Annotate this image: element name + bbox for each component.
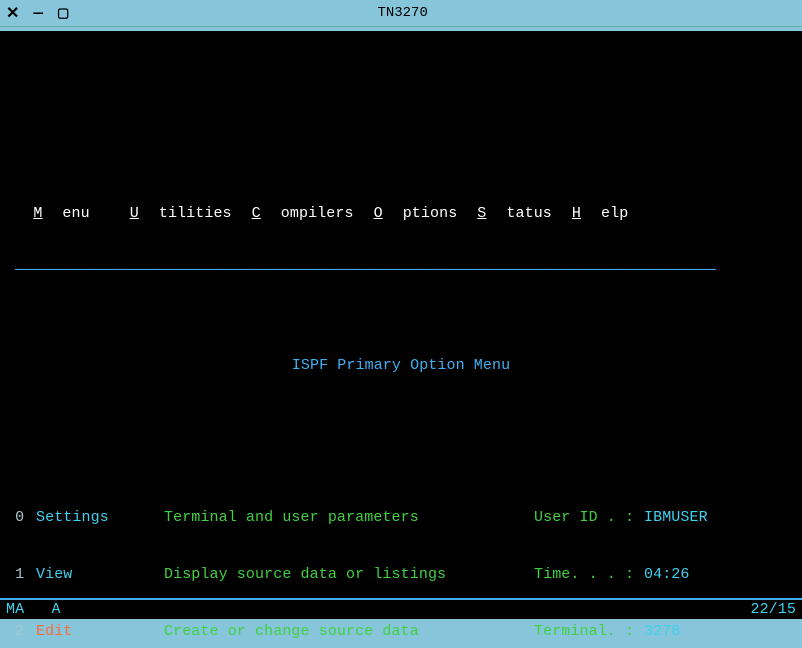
menu-help[interactable]: Help [572, 205, 628, 222]
divider: ────────────────────────────────────────… [6, 261, 796, 280]
cursor-position: 22/15 [750, 600, 796, 619]
menu-utilities[interactable]: Utilities [130, 205, 232, 222]
close-icon[interactable]: ✕ [6, 3, 19, 23]
maximize-icon[interactable]: ▢ [57, 6, 69, 21]
status-bar: MA A 22/15 [0, 598, 802, 619]
window-titlebar: ✕ — ▢ TN3270 [0, 0, 802, 26]
terminal-menubar: Menu Utilities Compilers Options Status Help [6, 204, 796, 223]
menu-status[interactable]: Status [477, 205, 552, 222]
terminal-screen[interactable]: MenuUtilitiesCompilersOptionsStatusHelp … [0, 31, 802, 619]
option-row[interactable]: 1ViewDisplay source data or listingsTime… [6, 565, 796, 584]
status-ma: MA [6, 601, 24, 618]
option-row[interactable]: 2EditCreate or change source dataTermina… [6, 622, 796, 641]
menu-options[interactable]: Options [374, 205, 458, 222]
menu-compilers[interactable]: Compilers [252, 205, 354, 222]
screen-title: ISPF Primary Option Menu [6, 356, 796, 375]
status-a: A [52, 601, 61, 618]
window-title: TN3270 [69, 5, 736, 21]
option-row[interactable]: 0SettingsTerminal and user parametersUse… [6, 508, 796, 527]
minimize-icon[interactable]: — [33, 4, 43, 22]
menu-menu[interactable]: Menu [33, 205, 109, 222]
